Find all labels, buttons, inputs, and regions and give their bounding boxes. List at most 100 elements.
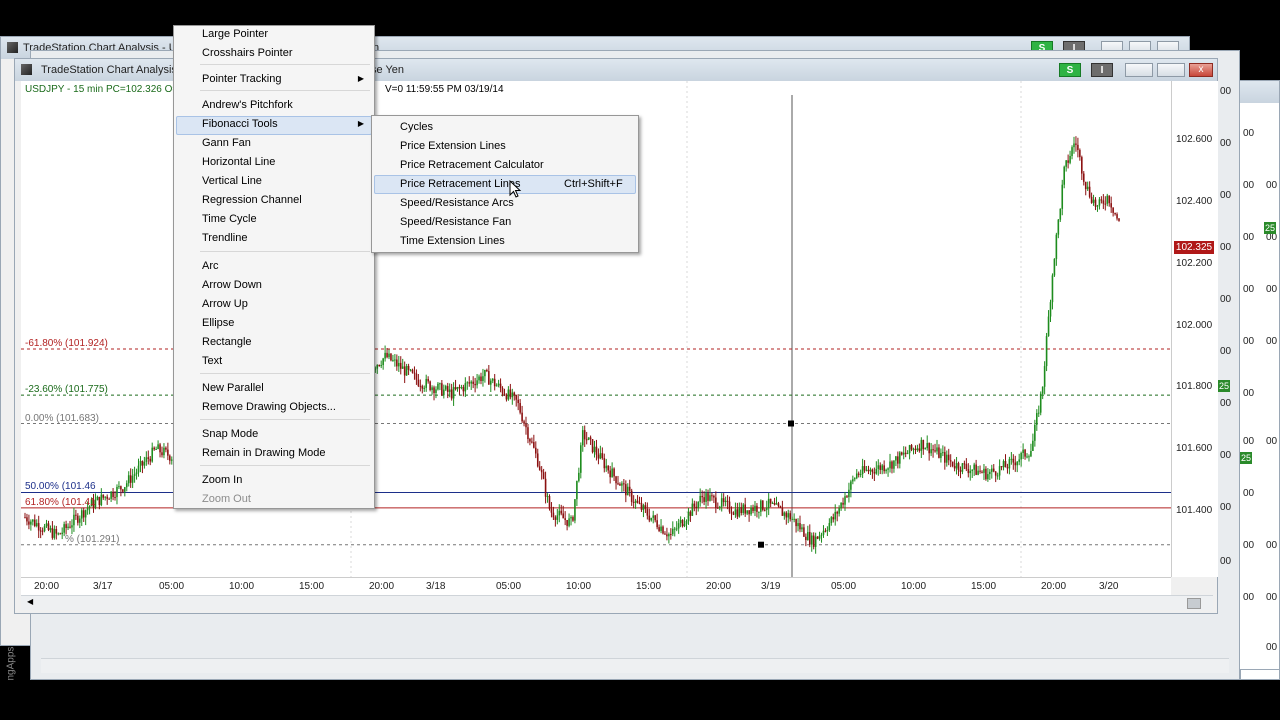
candle-body (1055, 234, 1058, 259)
candle-body (996, 475, 999, 477)
menu-item-horizontal-line[interactable]: Horizontal Line (202, 156, 275, 168)
submenu-item-price-extension-lines[interactable]: Price Extension Lines (400, 140, 506, 152)
candle-body (69, 526, 71, 528)
menu-item-regression-channel[interactable]: Regression Channel (202, 194, 302, 206)
background-axis-label: 00 (1266, 284, 1278, 295)
candle-body (930, 449, 932, 454)
candle-body (977, 470, 979, 475)
candle-body (454, 387, 457, 390)
menu-separator (200, 465, 370, 466)
candle-body (1059, 208, 1062, 220)
menu-item-pointer-tracking[interactable]: Pointer Tracking (202, 73, 281, 85)
candle-body (1102, 200, 1105, 204)
candle-body (1106, 195, 1109, 204)
candle-body (613, 468, 615, 477)
scroll-thumb[interactable] (1187, 598, 1201, 609)
styling-badge[interactable]: S (1059, 63, 1081, 77)
minimize-button[interactable] (1125, 63, 1153, 77)
candle-body (100, 494, 103, 506)
candle-body (666, 534, 668, 537)
candle-body (981, 471, 983, 473)
menu-item-rectangle[interactable]: Rectangle (202, 336, 252, 348)
candle-body (1104, 203, 1107, 205)
menu-separator (200, 419, 370, 420)
mid-scrollbar[interactable] (41, 658, 1229, 673)
candle-body (495, 385, 498, 387)
candle-body (1049, 302, 1052, 317)
menu-item-remove-drawing-objects[interactable]: Remove Drawing Objects... (202, 401, 336, 413)
submenu-item-price-retracement-lines[interactable]: Price Retracement Lines (400, 178, 520, 190)
candle-body (460, 387, 463, 389)
fibonacci-level-label: -61.80% (101.924) (25, 337, 108, 349)
candle-body (525, 423, 527, 428)
candle-body (744, 504, 747, 514)
menu-item-gann-fan[interactable]: Gann Fan (202, 137, 251, 149)
menu-item-vertical-line[interactable]: Vertical Line (202, 175, 262, 187)
menu-item-time-cycle[interactable]: Time Cycle (202, 213, 257, 225)
candle-body (1110, 203, 1112, 208)
submenu-item-speed-resistance-fan[interactable]: Speed/Resistance Fan (400, 216, 511, 228)
menu-item-zoom-in[interactable]: Zoom In (202, 474, 242, 486)
candle-body (161, 452, 163, 456)
submenu-item-speed-resistance-arcs[interactable]: Speed/Resistance Arcs (400, 197, 514, 209)
scroll-left-arrow[interactable]: ◀ (27, 597, 33, 606)
candle-body (1022, 449, 1024, 453)
submenu-item-cycles[interactable]: Cycles (400, 121, 433, 133)
candle-body (603, 458, 606, 469)
horizontal-scrollbar[interactable]: ◀ (21, 595, 1213, 610)
candle-body (429, 381, 431, 391)
drawing-context-menu[interactable]: Large Pointer Crosshairs Pointer Pointer T… (173, 25, 375, 509)
price-axis[interactable]: 102.600 102.400 102.200 102.000 101.800 101.6… (1171, 81, 1218, 577)
background-axis-label: 00 (1243, 180, 1255, 191)
maximize-button[interactable] (1157, 63, 1185, 77)
candle-body (478, 376, 480, 381)
menu-item-arrow-down[interactable]: Arrow Down (202, 279, 262, 291)
menu-item-snap-mode[interactable]: Snap Mode (202, 428, 258, 440)
candle-body (1032, 440, 1034, 451)
candle-body (807, 531, 809, 541)
menu-item-andrew-s-pitchfork[interactable]: Andrew's Pitchfork (202, 99, 293, 111)
menu-item-new-parallel[interactable]: New Parallel (202, 382, 264, 394)
candle-body (444, 386, 447, 390)
candle-body (1024, 449, 1026, 457)
candle-body (581, 430, 584, 446)
submenu-item-price-retracement-calculator[interactable]: Price Retracement Calculator (400, 159, 544, 171)
candle-body (35, 523, 38, 526)
candle-body (853, 478, 856, 480)
candle-body (458, 387, 461, 389)
candle-body (865, 469, 868, 471)
menu-item-remain-in-drawing-mode[interactable]: Remain in Drawing Mode (202, 447, 326, 459)
candle-body (491, 378, 494, 381)
menu-item-arc[interactable]: Arc (202, 260, 219, 272)
candle-body (803, 527, 805, 537)
candle-body (125, 483, 128, 488)
menu-item-crosshairs-pointer[interactable]: Crosshairs Pointer (202, 47, 292, 59)
tradestation-icon (7, 42, 18, 53)
close-button[interactable]: x (1189, 63, 1213, 77)
menu-item-fibonacci-tools[interactable]: Fibonacci Tools (202, 118, 278, 130)
candle-body (433, 387, 435, 394)
candle-body (1030, 450, 1032, 457)
menu-item-trendline[interactable]: Trendline (202, 232, 247, 244)
menu-item-large-pointer[interactable]: Large Pointer (202, 28, 268, 40)
background-axis-label: 00 (1220, 450, 1232, 461)
menu-item-text[interactable]: Text (202, 355, 222, 367)
menu-separator (200, 251, 370, 252)
candle-body (452, 387, 455, 399)
candle-body (470, 381, 473, 384)
candle-body (683, 524, 686, 527)
info-badge[interactable]: I (1091, 63, 1113, 77)
candle-body (961, 463, 964, 472)
menu-item-arrow-up[interactable]: Arrow Up (202, 298, 248, 310)
candle-body (801, 527, 803, 530)
candle-body (380, 365, 382, 367)
time-axis-label: 10:00 (229, 581, 255, 592)
candle-body (578, 472, 580, 481)
menu-item-ellipse[interactable]: Ellipse (202, 317, 234, 329)
fibonacci-tools-submenu[interactable]: Cycles Price Extension Lines Price Retrace… (371, 115, 639, 253)
candle-body (799, 523, 801, 530)
candle-body (1082, 173, 1085, 182)
time-axis-label: 3/18 (426, 581, 446, 592)
submenu-item-time-extension-lines[interactable]: Time Extension Lines (400, 235, 505, 247)
time-axis[interactable]: 20:00 3/17 05:00 10:00 15:00 20:00 3/18 05:00 10… (21, 577, 1171, 596)
